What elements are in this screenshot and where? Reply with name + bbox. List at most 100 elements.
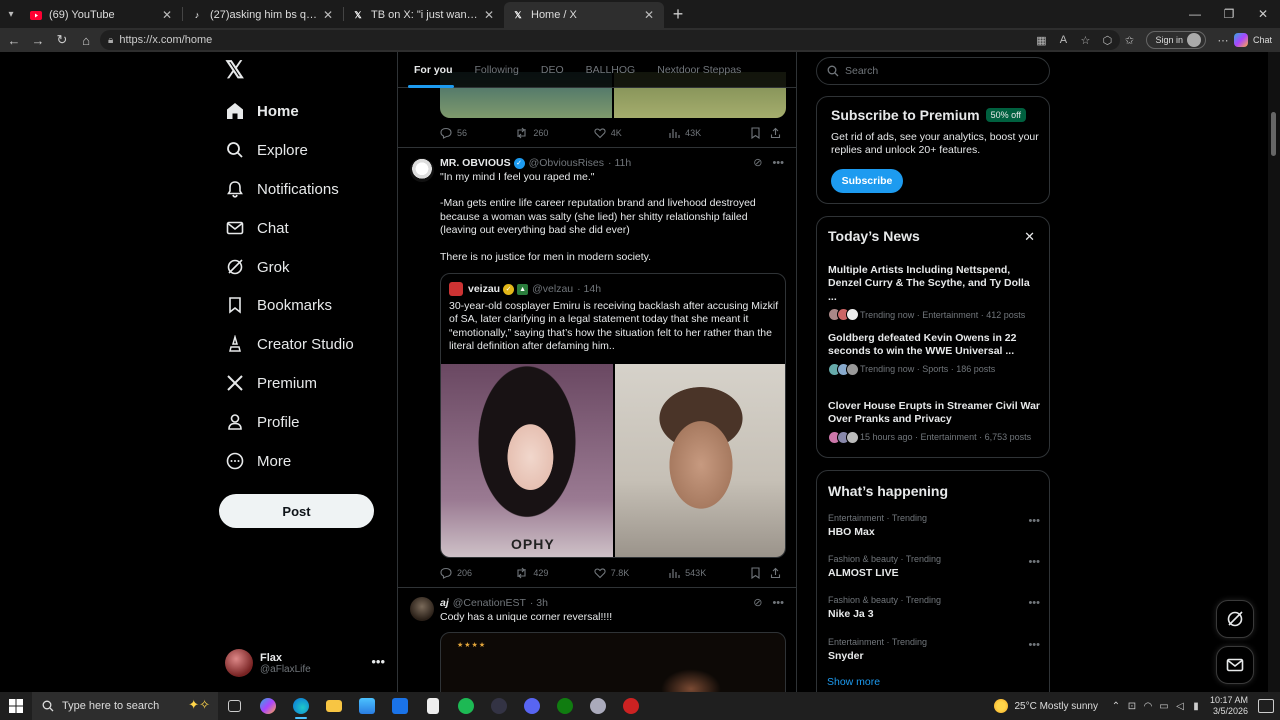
reply-button[interactable]: 206 bbox=[440, 567, 515, 579]
sidebar-item-home[interactable]: Home bbox=[225, 96, 299, 126]
chevron-up-icon[interactable]: ⌃ bbox=[1108, 701, 1124, 712]
weather-widget[interactable]: 25°C Mostly sunny bbox=[994, 699, 1098, 713]
back-button[interactable]: ← bbox=[2, 28, 26, 52]
clock[interactable]: 10:17 AM 3/5/2026 bbox=[1210, 695, 1248, 717]
trend-item[interactable]: Entertainment · Trending Snyder ••• bbox=[828, 637, 1040, 662]
subscribe-button[interactable]: Subscribe bbox=[831, 169, 903, 193]
avatar[interactable] bbox=[410, 158, 434, 182]
restore-icon[interactable]: ❐ bbox=[1212, 0, 1246, 28]
more-horizontal-icon[interactable]: ••• bbox=[772, 597, 784, 609]
media-app-icon[interactable] bbox=[482, 692, 515, 720]
favorites-icon[interactable]: ✩ bbox=[1118, 34, 1140, 47]
microphone-icon[interactable]: ▮ bbox=[1188, 701, 1204, 712]
tweet-video[interactable]: ★★★★ bbox=[440, 632, 786, 692]
browser-tab-x-post[interactable]: 𝕏 TB on X: "i just wanted to see the ✕ bbox=[344, 2, 504, 28]
sidebar-item-grok[interactable]: Grok bbox=[225, 252, 290, 282]
grok-icon[interactable]: ⊘ bbox=[753, 156, 762, 169]
file-explorer-icon[interactable] bbox=[317, 692, 350, 720]
spotify-icon[interactable] bbox=[449, 692, 482, 720]
quoted-tweet[interactable]: veizau ✓ ▲ @velzau · 14h 30-year-old cos… bbox=[440, 273, 786, 558]
close-icon[interactable]: ✕ bbox=[642, 8, 656, 22]
tweet-time[interactable]: · 3h bbox=[530, 597, 548, 609]
close-icon[interactable]: ✕ bbox=[482, 8, 496, 22]
close-icon[interactable]: ✕ bbox=[160, 8, 174, 22]
search-input[interactable]: Search bbox=[816, 57, 1050, 85]
avatar[interactable] bbox=[410, 597, 434, 621]
task-view-icon[interactable] bbox=[218, 692, 251, 720]
more-horizontal-icon[interactable]: ••• bbox=[1028, 597, 1040, 609]
read-aloud-icon[interactable]: A bbox=[1052, 34, 1074, 46]
grok-floating-button[interactable] bbox=[1216, 600, 1254, 638]
sidebar-item-notifications[interactable]: Notifications bbox=[225, 174, 339, 204]
views-button[interactable]: 43K bbox=[668, 127, 750, 139]
news-item[interactable]: Clover House Erupts in Streamer Civil Wa… bbox=[828, 400, 1040, 444]
media-image[interactable] bbox=[441, 364, 613, 557]
more-horizontal-icon[interactable]: ••• bbox=[1028, 556, 1040, 568]
bookmark-button[interactable] bbox=[750, 567, 770, 579]
home-button[interactable]: ⌂ bbox=[74, 28, 98, 52]
tab-deo[interactable]: DEO bbox=[530, 52, 575, 88]
share-button[interactable] bbox=[770, 127, 786, 139]
sidebar-item-creator-studio[interactable]: Creator Studio bbox=[225, 329, 354, 359]
sidebar-item-explore[interactable]: Explore bbox=[225, 135, 308, 165]
like-button[interactable]: 7.8K bbox=[594, 567, 668, 579]
notepad-icon[interactable] bbox=[416, 692, 449, 720]
sidebar-item-chat[interactable]: Chat bbox=[225, 213, 289, 243]
media-image[interactable] bbox=[615, 364, 785, 557]
close-icon[interactable]: ✕ bbox=[1024, 229, 1035, 245]
edge-browser-icon[interactable] bbox=[284, 692, 317, 720]
close-window-icon[interactable]: ✕ bbox=[1246, 0, 1280, 28]
xbox-icon[interactable] bbox=[548, 692, 581, 720]
new-tab-button[interactable]: + bbox=[664, 4, 692, 25]
extensions-icon[interactable]: ⬡ bbox=[1096, 34, 1118, 47]
network-icon[interactable]: ⊡ bbox=[1124, 701, 1140, 712]
store-icon[interactable] bbox=[350, 692, 383, 720]
repost-button[interactable]: 429 bbox=[515, 567, 593, 579]
sidebar-item-profile[interactable]: Profile bbox=[225, 407, 300, 437]
refresh-button[interactable]: ↻ bbox=[50, 28, 74, 52]
news-item[interactable]: Goldberg defeated Kevin Owens in 22 seco… bbox=[828, 332, 1040, 376]
trend-item[interactable]: Entertainment · Trending HBO Max ••• bbox=[828, 513, 1040, 538]
x-logo-icon[interactable]: 𝕏 bbox=[225, 59, 247, 83]
like-button[interactable]: 4K bbox=[594, 127, 668, 139]
author-name[interactable]: MR. OBVIOUS bbox=[440, 157, 511, 169]
repost-button[interactable]: 260 bbox=[515, 127, 593, 139]
forward-button[interactable]: → bbox=[26, 28, 50, 52]
more-horizontal-icon[interactable]: ••• bbox=[1028, 515, 1040, 527]
post-button[interactable]: Post bbox=[219, 494, 374, 528]
tab-for-you[interactable]: For you bbox=[398, 52, 464, 88]
copilot-chat-button[interactable]: Chat bbox=[1233, 33, 1272, 47]
tab-ballhog[interactable]: BALLHOG bbox=[575, 52, 647, 88]
reply-button[interactable]: 56 bbox=[440, 127, 515, 139]
account-switcher[interactable]: Flax @aFlaxLife ••• bbox=[225, 646, 385, 680]
trend-item[interactable]: Fashion & beauty · Trending ALMOST LIVE … bbox=[828, 554, 1040, 579]
sign-in-button[interactable]: Sign in bbox=[1146, 31, 1206, 49]
more-horizontal-icon[interactable]: ••• bbox=[371, 654, 385, 669]
more-options-icon[interactable]: ⋯ bbox=[1212, 34, 1234, 47]
messages-floating-button[interactable] bbox=[1216, 646, 1254, 684]
page-scrollbar[interactable] bbox=[1268, 52, 1280, 692]
trend-item[interactable]: Fashion & beauty · Trending Nike Ja 3 ••… bbox=[828, 595, 1040, 620]
scrollbar-thumb[interactable] bbox=[1271, 112, 1276, 156]
sidebar-item-bookmarks[interactable]: Bookmarks bbox=[225, 290, 332, 320]
discord-icon[interactable] bbox=[515, 692, 548, 720]
tab-following[interactable]: Following bbox=[464, 52, 530, 88]
minimize-icon[interactable]: — bbox=[1178, 0, 1212, 28]
grok-icon[interactable]: ⊘ bbox=[753, 596, 762, 609]
browser-tab-youtube[interactable]: (69) YouTube ✕ bbox=[22, 2, 182, 28]
bookmark-button[interactable] bbox=[750, 127, 770, 139]
views-button[interactable]: 543K bbox=[668, 567, 750, 579]
recorder-app-icon[interactable] bbox=[614, 692, 647, 720]
sidebar-item-premium[interactable]: Premium bbox=[225, 368, 317, 398]
notification-center-icon[interactable] bbox=[1258, 699, 1274, 713]
more-horizontal-icon[interactable]: ••• bbox=[1028, 639, 1040, 651]
start-button[interactable] bbox=[0, 699, 32, 713]
wifi-icon[interactable]: ◠ bbox=[1140, 701, 1156, 712]
copilot-taskbar-icon[interactable] bbox=[251, 692, 284, 720]
tweet-time[interactable]: · 11h bbox=[608, 157, 631, 169]
author-name[interactable]: aj bbox=[440, 597, 449, 609]
close-icon[interactable]: ✕ bbox=[321, 8, 335, 22]
author-handle[interactable]: @ObviousRises bbox=[529, 157, 604, 169]
show-more-link[interactable]: Show more bbox=[827, 676, 880, 688]
share-button[interactable] bbox=[770, 567, 786, 579]
